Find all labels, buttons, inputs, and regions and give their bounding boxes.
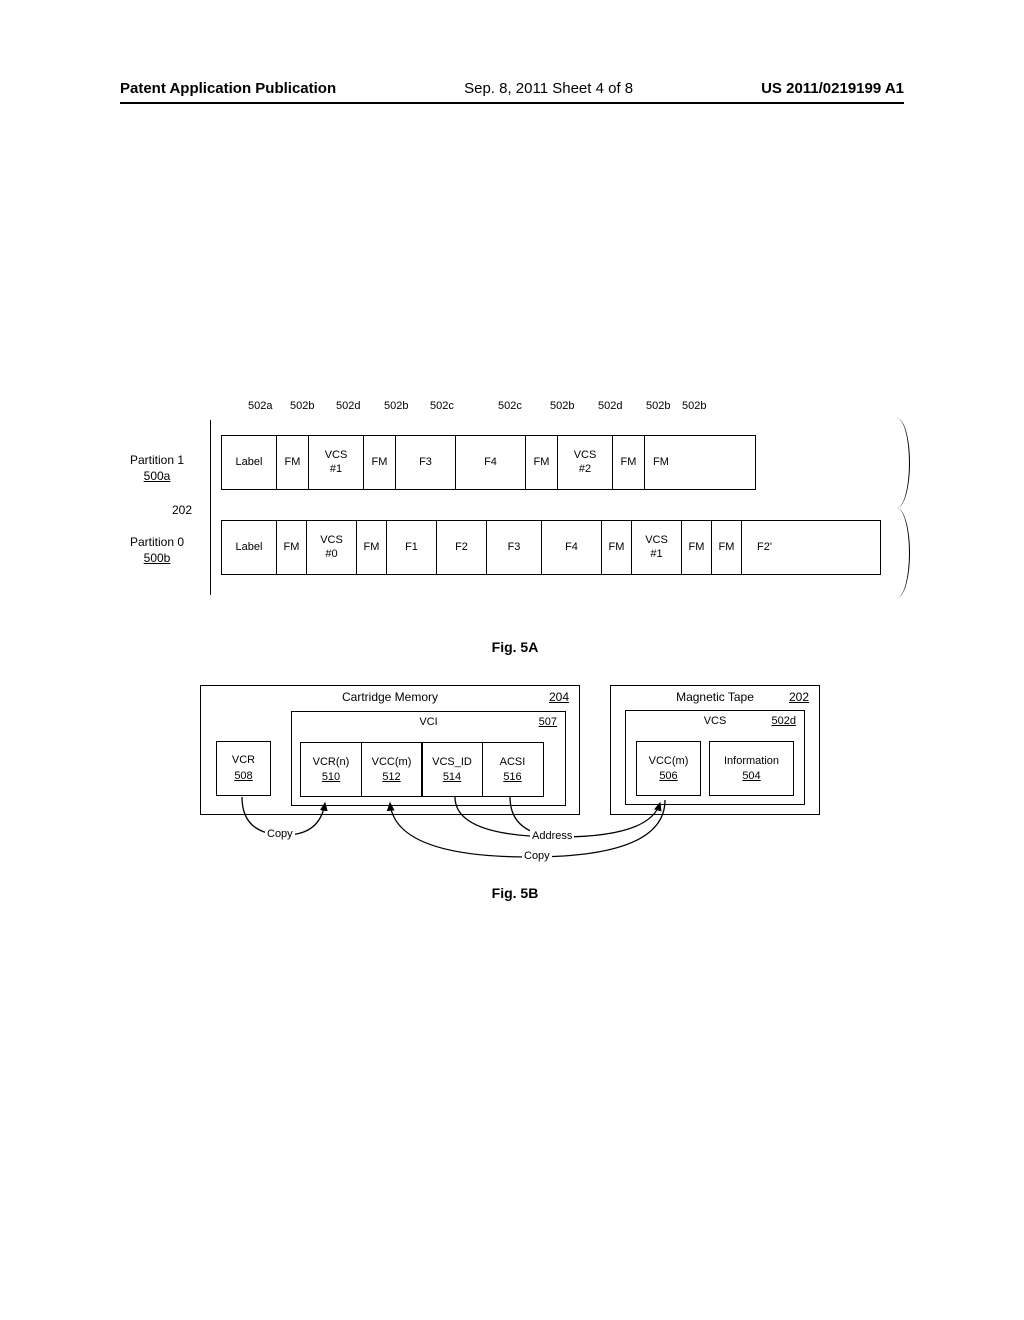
vci-cell: ACSI516 [482,742,544,797]
cell-fm: FM [277,521,307,574]
cell-fm: FM [602,521,632,574]
copy-label: Copy [265,828,295,840]
figure-5a-caption: Fig. 5A [120,639,910,655]
header-rule [120,102,904,104]
cell-file: F4 [456,436,526,489]
cell-fm: FM [682,521,712,574]
callout: 502d [336,400,360,412]
vci-cell: VCR(n)510 [300,742,362,797]
vci-cell: VCC(m)512 [361,742,423,797]
callout: 502b [682,400,706,412]
cartmem-ref: 204 [549,690,569,704]
vcs-ref: 502d [772,714,796,729]
vcs-cell: Information504 [709,741,794,796]
cell-fm: FM [526,436,558,489]
cell-file: F3 [396,436,456,489]
partition1-label: Partition 1 500a [130,453,184,484]
cell-file: F4 [542,521,602,574]
vcs-cell: VCC(m)506 [636,741,701,796]
callout: 502b [290,400,314,412]
callout: 502d [598,400,622,412]
header-mid: Sep. 8, 2011 Sheet 4 of 8 [464,80,633,97]
cartmem-title: Cartridge Memory [201,690,579,704]
cell-fm: FM [645,436,677,489]
cell-file: F1 [387,521,437,574]
header-right: US 2011/0219199 A1 [761,80,904,97]
cell-file: F2' [742,521,787,574]
partition0-row: Label FM VCS #0 FM F1 F2 F3 F4 FM VCS #1… [221,520,881,575]
vci-ref: 507 [539,715,557,730]
vcs-box: VCS 502d VCC(m)506 Information504 [625,710,805,805]
tape-curve-icon [888,508,910,598]
vcr-box: VCR 508 [216,741,271,796]
magtape-ref: 202 [789,690,809,704]
partition0-label: Partition 0 500b [130,535,184,566]
callout: 502c [498,400,522,412]
cell-fm: FM [712,521,742,574]
tape-body: Label FM VCS #1 FM F3 F4 FM VCS #2 FM FM… [210,420,890,595]
header-left: Patent Application Publication [120,80,336,97]
cell-label: Label [222,521,277,574]
cell-vcs: VCS #2 [558,436,613,489]
cell-file: F3 [487,521,542,574]
cell-vcs: VCS #1 [632,521,682,574]
ref-202: 202 [172,503,192,517]
vci-cell: VCS_ID514 [421,742,483,797]
page-header: Patent Application Publication Sep. 8, 2… [120,80,904,97]
cell-fm: FM [277,436,309,489]
cell-vcs: VCS #1 [309,436,364,489]
vci-box: VCI 507 VCR(n)510 VCC(m)512 VCS_ID514 AC… [291,711,566,806]
callout: 502a [248,400,272,412]
cell-file: F2 [437,521,487,574]
tape-curve-icon [888,418,910,508]
callout: 502b [646,400,670,412]
cell-fm: FM [357,521,387,574]
partition1-row: Label FM VCS #1 FM F3 F4 FM VCS #2 FM FM [221,435,756,490]
cell-fm: FM [613,436,645,489]
cell-vcs: VCS #0 [307,521,357,574]
address-label: Address [530,830,574,842]
callout: 502b [550,400,574,412]
vci-cells: VCR(n)510 VCC(m)512 VCS_ID514 ACSI516 [300,742,542,797]
cell-label: Label [222,436,277,489]
callout: 502c [430,400,454,412]
magtape-title: Magnetic Tape [611,690,819,704]
cartridge-memory-box: Cartridge Memory 204 VCR 508 VCI 507 VCR… [200,685,580,815]
vcs-cells: VCC(m)506 Information504 [636,741,794,796]
callout: 502b [384,400,408,412]
cell-fm: FM [364,436,396,489]
copy-label: Copy [522,850,552,862]
figure-5b-caption: Fig. 5B [200,885,830,901]
vci-title: VCI [292,715,565,730]
